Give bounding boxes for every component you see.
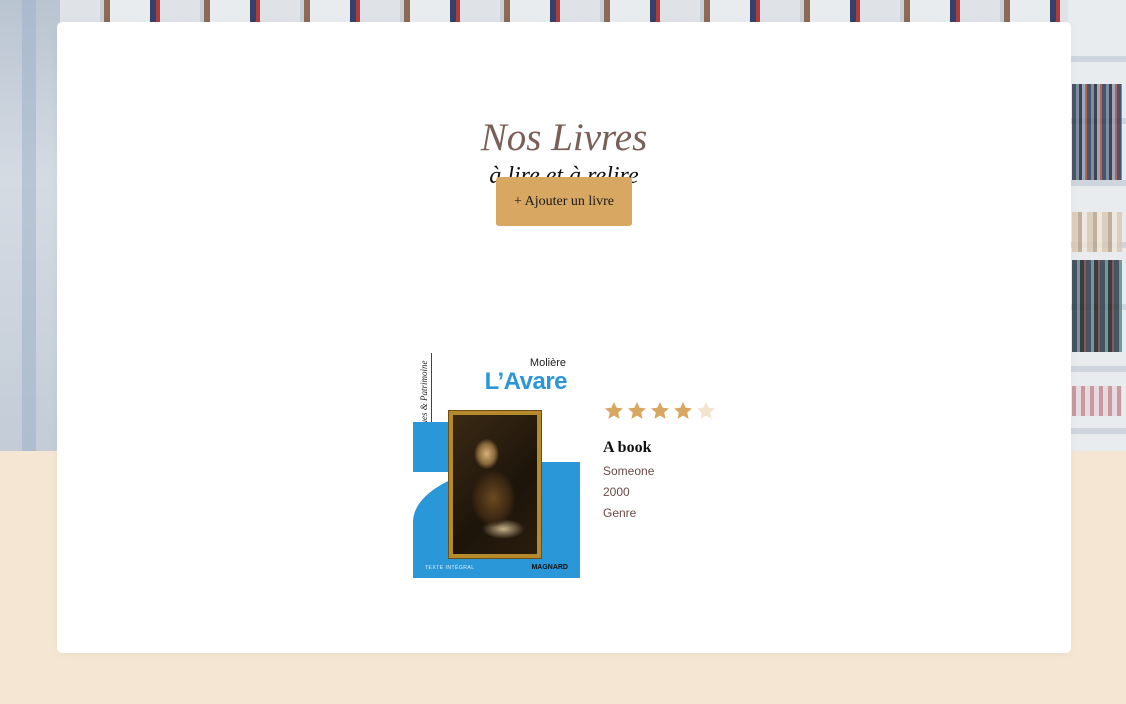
main-card: Nos Livres à lire et à relire + Ajouter … [57, 22, 1071, 653]
star-rating[interactable] [603, 400, 717, 424]
cover-title: L’Avare [484, 368, 568, 395]
book-title: A book [603, 439, 652, 456]
book-author: Someone [603, 464, 655, 478]
cover-footer-text: TEXTE INTÉGRAL [425, 565, 475, 571]
add-book-button[interactable]: + Ajouter un livre [496, 177, 632, 226]
star-filled-icon[interactable] [626, 400, 648, 422]
star-filled-icon[interactable] [649, 400, 671, 422]
page-title: Nos Livres [480, 116, 648, 159]
background-books [1072, 84, 1122, 180]
background-column-left [0, 0, 60, 451]
book-cover-image[interactable]: Classiques & Patrimoine Molière L’Avare … [413, 349, 580, 578]
star-filled-icon[interactable] [603, 400, 625, 422]
book-genre: Genre [603, 506, 637, 520]
background-books [1072, 386, 1122, 416]
cover-publisher: MAGNARD [531, 564, 568, 571]
book-year: 2000 [603, 485, 630, 499]
background-shelf-strip [60, 0, 1070, 22]
background-books [1072, 260, 1122, 352]
background-books [1072, 212, 1122, 252]
cover-painting [449, 411, 541, 558]
background-shelf-right [1068, 0, 1126, 451]
star-empty-icon[interactable] [695, 400, 717, 422]
painting-inner [453, 415, 537, 554]
star-filled-icon[interactable] [672, 400, 694, 422]
